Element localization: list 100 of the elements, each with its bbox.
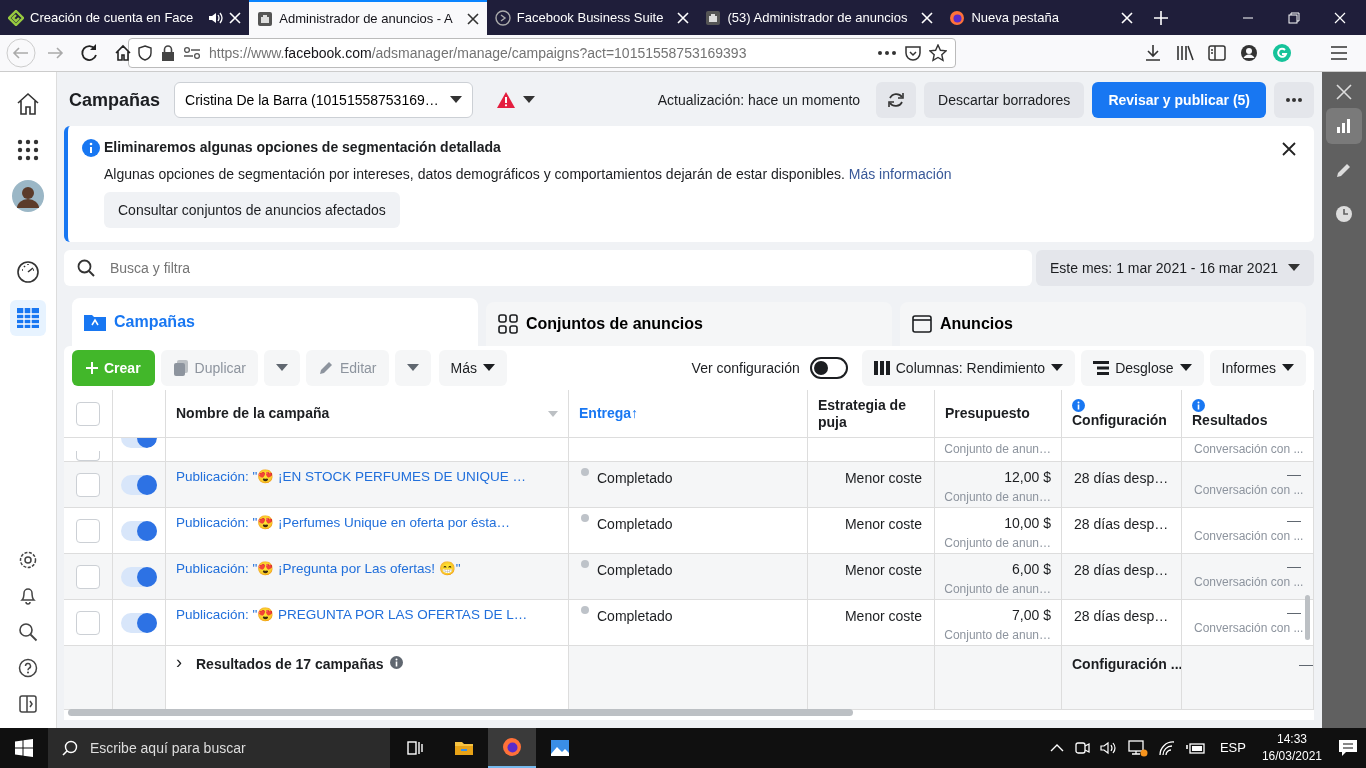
affected-adsets-button[interactable]: Consultar conjuntos de anuncios afectados [104,192,400,228]
horizontal-scrollbar[interactable] [68,709,853,716]
summary-label: Resultados de 17 campañas [196,655,384,674]
more-button[interactable]: Más [438,350,507,386]
search-icon [77,259,95,277]
budget-level-note: Conjunto de anun… [944,489,1051,506]
panel-icon[interactable] [18,694,38,714]
more-info-link[interactable]: Más información [848,166,952,182]
campaign-link[interactable]: Publicación: "😍 ¡Pregunta por Las ofertas! 😁" [176,561,461,576]
volume-icon[interactable] [1099,740,1118,756]
more-icon[interactable] [877,50,897,56]
windows-logo-icon[interactable] [15,739,33,757]
campaign-link[interactable]: Publicación: "😍 PREGUNTA POR LAS OFERTAS DE L… [176,607,528,622]
dropdown-button[interactable] [263,350,300,386]
bid-strategy: Menor coste [844,516,922,532]
notifications-icon[interactable] [1338,739,1358,757]
library-icon[interactable] [1176,44,1194,62]
nav-rail-item[interactable] [10,178,46,214]
breakdown-button[interactable]: Desglose [1081,350,1204,386]
sidebar-icon[interactable] [1208,44,1226,62]
row-checkbox[interactable] [76,451,100,461]
bell-icon[interactable] [18,586,38,606]
discard-drafts-button[interactable]: Descartar borradores [924,82,1085,118]
attribution-setting: 28 días desp… [1074,516,1169,532]
browser-tab[interactable]: Creación de cuenta en Face [0,0,250,35]
menu-icon[interactable] [1330,45,1348,61]
task-view-icon [406,738,426,758]
browser-tab[interactable]: (53) Administrador de anuncios [697,0,942,35]
display-icon[interactable] [1127,739,1148,757]
pocket-icon[interactable] [905,45,921,61]
refresh-button[interactable] [876,82,917,118]
grid-icon [498,314,518,334]
caret-icon [406,364,419,372]
level-tab[interactable]: Anuncios [900,302,1306,346]
clock-icon [1335,205,1353,223]
battery-icon[interactable] [1185,741,1206,755]
restore-icon[interactable] [1288,11,1300,24]
caret-icon [483,364,495,372]
briefcase-icon [257,10,274,27]
campaign-link[interactable]: Publicación: "😍 ¡EN STOCK PERFUMES DE UNIQUE … [176,469,527,484]
dropdown-button[interactable] [394,350,431,386]
attribution-setting: 28 días desp… [1074,562,1169,578]
new-tab-icon[interactable] [1153,9,1170,26]
row-checkbox[interactable] [76,472,100,497]
settings-icon[interactable] [18,550,38,570]
attribution-setting: 28 días desp… [1074,608,1169,624]
row-checkbox[interactable] [76,610,100,635]
clock-date[interactable]: 16/03/2021 [1261,748,1322,765]
close-icon[interactable] [466,12,479,25]
account-selector[interactable]: Cristina De la Barra (10151558753169… [174,82,474,118]
clock-time[interactable]: 14:33 [1276,731,1307,748]
row-checkbox[interactable] [76,564,100,589]
meet-icon[interactable] [1073,740,1090,756]
chart-icon [1335,117,1353,135]
summary-attribution: Configuración ... [1072,656,1181,672]
reports-button[interactable]: Informes [1209,350,1306,386]
row-toggle[interactable] [121,474,157,495]
warning-icon[interactable] [497,92,516,108]
row-toggle[interactable] [121,438,157,448]
lock-icon [161,45,175,61]
star-icon[interactable] [929,44,947,62]
expand-toggle[interactable]: › [176,654,182,670]
more-button[interactable] [1274,82,1314,118]
results-value: — [1287,467,1301,481]
caret-icon[interactable] [523,96,536,104]
side-panel-tab[interactable] [1326,108,1362,144]
caret-icon [1179,364,1192,372]
help-icon[interactable] [18,658,38,678]
row-toggle[interactable] [121,612,157,633]
copy-icon [172,359,189,377]
wifi-icon[interactable] [1157,740,1176,756]
row-toggle[interactable] [121,566,157,587]
results-note: Conversación con ... [1194,574,1301,591]
browser-tab[interactable]: Administrador de anuncios - A [249,0,487,35]
firefox-icon [502,737,522,757]
date-range-picker[interactable]: Este mes: 1 mar 2021 - 16 mar 2021 [1036,250,1314,286]
columns-button[interactable]: Columnas: Rendimiento [861,350,1076,386]
vertical-scrollbar[interactable] [1305,595,1310,640]
account-icon[interactable] [1240,44,1258,62]
search-icon[interactable] [18,622,38,642]
search-field[interactable]: Busca y filtra [64,250,1032,286]
publish-button[interactable]: Revisar y publicar (5) [1092,82,1266,118]
level-tab[interactable]: Campañas [72,298,478,346]
browser-tab[interactable]: Facebook Business Suite [486,0,698,35]
row-toggle[interactable] [121,520,157,541]
caret-icon [1282,364,1294,372]
level-tab[interactable]: Conjuntos de anuncios [486,302,892,346]
more-icon [1286,98,1302,102]
campaign-link[interactable]: Publicación: "😍 ¡Perfumes Unique en oferta por ésta… [176,515,510,530]
close-icon[interactable] [1282,142,1296,156]
budget-level-note: Conjunto de anun… [944,535,1051,552]
chevron-up-icon[interactable] [1049,743,1064,753]
row-checkbox[interactable] [76,518,100,543]
language-indicator[interactable]: ESP [1219,738,1246,758]
browser-tab[interactable]: Nueva pestaña [941,0,1142,35]
address-bar[interactable]: https://www.facebook.com/adsmanager/manage/campaigns?act=10151558753169393 [128,38,956,68]
taskbar-search-field[interactable]: Escribe aquí para buscar [48,728,390,768]
select-all-checkbox[interactable] [76,401,100,426]
view-settings-toggle[interactable] [809,357,848,379]
download-icon[interactable] [1144,44,1162,62]
